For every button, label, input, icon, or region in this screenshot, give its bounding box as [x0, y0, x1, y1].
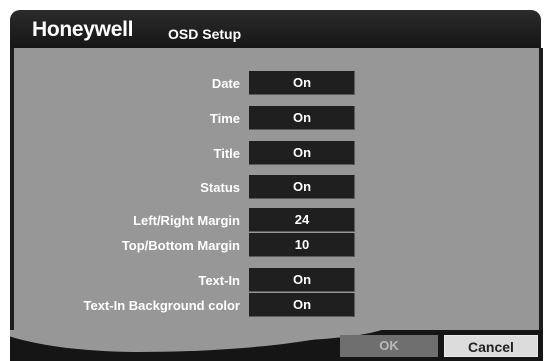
dialog-header: Honeywell OSD Setup: [10, 10, 541, 48]
text-in-bg-color-label: Text-In Background color: [83, 298, 241, 313]
ok-button[interactable]: OK: [340, 335, 438, 357]
top-bottom-margin-label: Top/Bottom Margin: [121, 238, 240, 253]
time-field[interactable]: On: [249, 106, 355, 130]
dialog-title: OSD Setup: [168, 26, 242, 42]
right-border: [539, 48, 543, 358]
status-field[interactable]: On: [249, 175, 355, 199]
status-label: Status: [200, 180, 240, 195]
brand-logo: Honeywell: [32, 18, 134, 41]
text-in-bg-color-field[interactable]: On: [249, 293, 355, 317]
title-field[interactable]: On: [249, 141, 355, 165]
osd-setup-dialog: Honeywell OSD Setup Date On Time On Titl…: [0, 0, 553, 361]
date-field[interactable]: On: [249, 71, 355, 95]
time-label: Time: [209, 111, 240, 126]
left-right-margin-label: Left/Right Margin: [133, 213, 240, 228]
title-label: Title: [213, 146, 241, 161]
text-in-label: Text-In: [198, 273, 240, 288]
left-right-margin-field[interactable]: 24: [249, 208, 355, 232]
cancel-button[interactable]: Cancel: [444, 335, 538, 357]
top-bottom-margin-field[interactable]: 10: [249, 233, 355, 257]
text-in-field[interactable]: On: [249, 268, 355, 292]
date-label: Date: [211, 76, 240, 91]
